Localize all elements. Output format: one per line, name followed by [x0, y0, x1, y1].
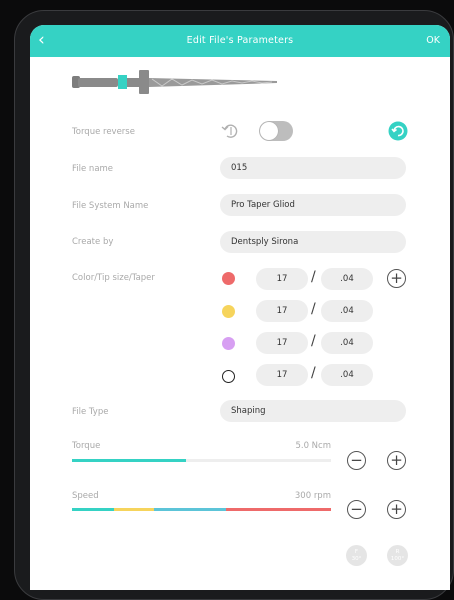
speed-slider[interactable] — [72, 508, 331, 511]
header-bar: ‹ Edit File's Parameters OK — [30, 25, 450, 57]
torque-reverse-label: Torque reverse — [72, 127, 135, 137]
reverse-angle-button[interactable]: R 100° — [387, 545, 408, 566]
color-dot-white[interactable] — [222, 370, 235, 383]
create-by-label: Create by — [72, 237, 114, 247]
torque-decrease-button[interactable]: − — [347, 451, 366, 470]
forward-angle-value: 30° — [351, 556, 362, 562]
speed-decrease-button[interactable]: − — [347, 500, 366, 519]
speed-value: 300 rpm — [294, 491, 331, 501]
torque-value: 5.0 Ncm — [295, 441, 331, 451]
file-type-field[interactable]: Shaping — [220, 400, 406, 422]
torque-slider-fill — [72, 459, 186, 462]
color-dot-red[interactable] — [222, 272, 235, 285]
separator: / — [311, 301, 316, 317]
file-name-label: File name — [72, 164, 114, 174]
rotate-left-icon[interactable] — [220, 121, 240, 141]
file-system-field[interactable]: Pro Taper Gliod — [220, 194, 406, 216]
file-type-label: File Type — [72, 407, 109, 417]
create-by-field[interactable]: Dentsply Sirona — [220, 231, 406, 253]
file-name-field[interactable]: 015 — [220, 157, 406, 179]
separator: / — [311, 269, 316, 285]
endodontic-file-icon — [72, 70, 277, 94]
taper-field[interactable]: .04 — [321, 300, 373, 322]
separator: / — [311, 365, 316, 381]
tip-size-field[interactable]: 17 — [256, 268, 308, 290]
speed-segment-yellow — [114, 508, 154, 511]
speed-label: Speed — [72, 491, 99, 501]
reverse-angle-value: 100° — [390, 556, 405, 562]
torque-label: Torque — [72, 441, 101, 451]
color-dot-yellow[interactable] — [222, 305, 235, 318]
add-color-button[interactable]: + — [387, 269, 406, 288]
tip-size-field[interactable]: 17 — [256, 332, 308, 354]
reverse-angle-letter: R — [395, 549, 400, 555]
color-dot-purple[interactable] — [222, 337, 235, 350]
screen: ‹ Edit File's Parameters OK Torque rever… — [30, 25, 450, 590]
speed-segment-teal — [72, 508, 114, 511]
taper-field[interactable]: .04 — [321, 364, 373, 386]
ok-button[interactable]: OK — [426, 35, 440, 46]
file-system-label: File System Name — [72, 201, 149, 211]
tip-size-field[interactable]: 17 — [256, 300, 308, 322]
taper-field[interactable]: .04 — [321, 332, 373, 354]
separator: / — [311, 333, 316, 349]
torque-reverse-toggle[interactable] — [259, 121, 293, 141]
page-title: Edit File's Parameters — [186, 35, 294, 46]
forward-angle-button[interactable]: F 30° — [346, 545, 367, 566]
forward-angle-letter: F — [354, 549, 359, 555]
color-tip-taper-label: Color/Tip size/Taper — [72, 273, 155, 283]
toggle-knob — [260, 122, 278, 140]
speed-segment-blue — [154, 508, 226, 511]
rotate-cw-icon[interactable] — [388, 121, 408, 141]
speed-increase-button[interactable]: + — [387, 500, 406, 519]
taper-field[interactable]: .04 — [321, 268, 373, 290]
tip-size-field[interactable]: 17 — [256, 364, 308, 386]
torque-slider[interactable] — [72, 459, 331, 462]
torque-increase-button[interactable]: + — [387, 451, 406, 470]
speed-segment-red — [226, 508, 331, 511]
